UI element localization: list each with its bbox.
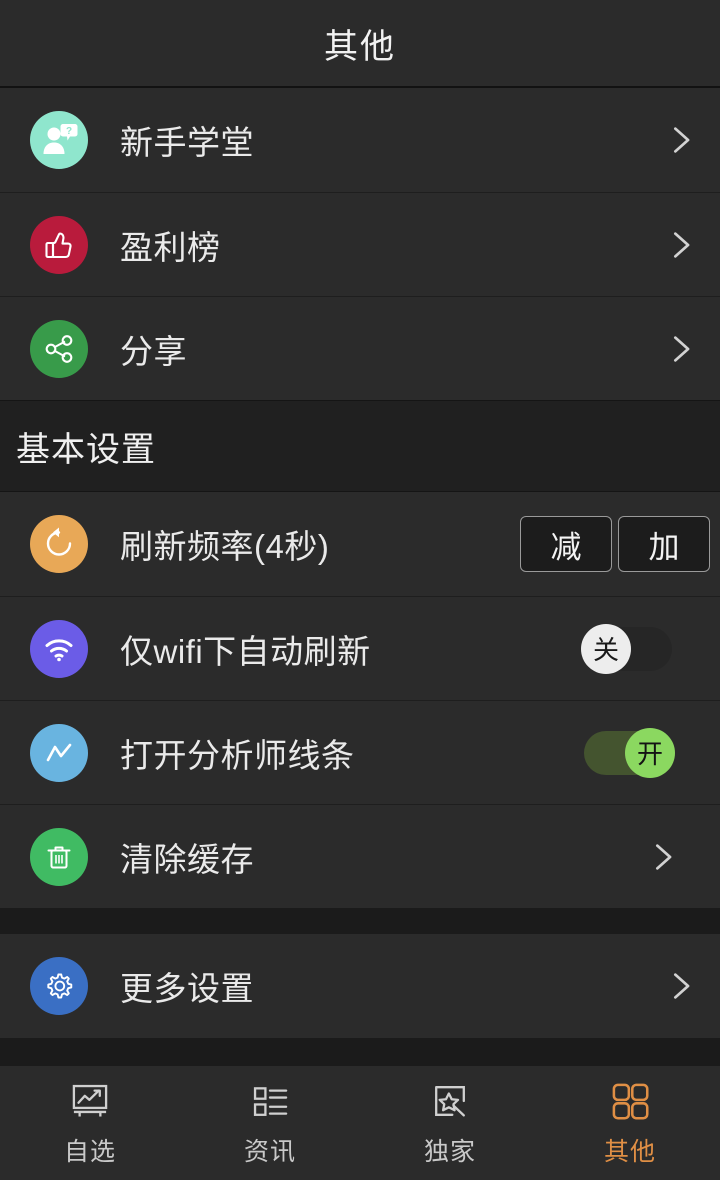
list-item-analyst-lines: 打开分析师线条 开 [0, 700, 720, 804]
section-header-basic-settings: 基本设置 [0, 400, 720, 492]
refresh-frequency-stepper: 减 加 [514, 516, 710, 572]
increase-button[interactable]: 加 [618, 516, 710, 572]
mobile-app-screen: 其他 ? 新手学堂 盈利榜 分享 基本设置 刷新频率(4秒) 减 加 仅wifi… [0, 0, 720, 1180]
tab-label: 自选 [63, 1138, 116, 1166]
wifi-icon [30, 619, 88, 678]
wifi-auto-refresh-toggle[interactable]: 关 [581, 623, 672, 674]
tab-other[interactable]: 其他 [540, 1066, 720, 1180]
list-item-profit-board[interactable]: 盈利榜 [0, 192, 720, 296]
title-bar: 其他 [0, 0, 720, 88]
gear-icon [30, 957, 88, 1015]
news-list-icon [253, 1087, 288, 1116]
list-item-label: 分享 [120, 332, 187, 370]
list-item-share[interactable]: 分享 [0, 296, 720, 400]
list-item-label: 盈利榜 [120, 228, 221, 266]
section-header-label: 基本设置 [16, 430, 156, 469]
list-item-label: 刷新频率(4秒) [120, 528, 330, 565]
tab-label: 其他 [603, 1138, 656, 1166]
analyst-lines-toggle[interactable]: 开 [584, 727, 675, 778]
bottom-tab-bar: 自选 资讯 独家 其他 [0, 1066, 720, 1180]
list-item-tutorial[interactable]: ? 新手学堂 [0, 88, 720, 192]
list-item-more-settings[interactable]: 更多设置 [0, 934, 720, 1038]
tab-watchlist[interactable]: 自选 [0, 1066, 180, 1180]
analyst-line-chart-icon [30, 723, 88, 782]
share-nodes-icon [30, 319, 88, 378]
chart-board-icon [72, 1084, 108, 1117]
list-item-label: 仅wifi下自动刷新 [120, 632, 371, 670]
refresh-arrow-icon [30, 515, 88, 573]
thumbs-up-icon [30, 215, 88, 274]
chevron-right-icon [673, 973, 690, 999]
trash-can-icon [30, 827, 88, 886]
chevron-right-icon [673, 127, 690, 153]
toggle-knob-label: 关 [581, 623, 631, 674]
tab-label: 资讯 [243, 1138, 296, 1166]
grid-squares-icon [612, 1083, 649, 1120]
page-title: 其他 [324, 27, 396, 66]
star-frame-icon [435, 1086, 465, 1117]
decrease-button[interactable]: 减 [520, 516, 612, 572]
list-item-refresh-frequency: 刷新频率(4秒) 减 加 [0, 492, 720, 596]
chevron-right-icon [655, 843, 672, 870]
tab-label: 独家 [423, 1138, 476, 1166]
list-item-label: 清除缓存 [120, 840, 254, 878]
tab-news[interactable]: 资讯 [180, 1066, 360, 1180]
list-item-label: 更多设置 [120, 970, 254, 1007]
list-item-wifi-auto-refresh: 仅wifi下自动刷新 关 [0, 596, 720, 700]
list-item-clear-cache[interactable]: 清除缓存 [0, 804, 720, 908]
toggle-knob-label: 开 [625, 727, 675, 778]
list-item-label: 打开分析师线条 [120, 736, 355, 774]
svg-text:?: ? [66, 126, 72, 137]
section-gap [0, 908, 720, 934]
tab-exclusive[interactable]: 独家 [360, 1066, 540, 1180]
chevron-right-icon [673, 335, 690, 362]
chevron-right-icon [673, 231, 690, 258]
list-item-label: 新手学堂 [120, 124, 254, 161]
tutorial-person-question-icon: ? [30, 111, 88, 169]
